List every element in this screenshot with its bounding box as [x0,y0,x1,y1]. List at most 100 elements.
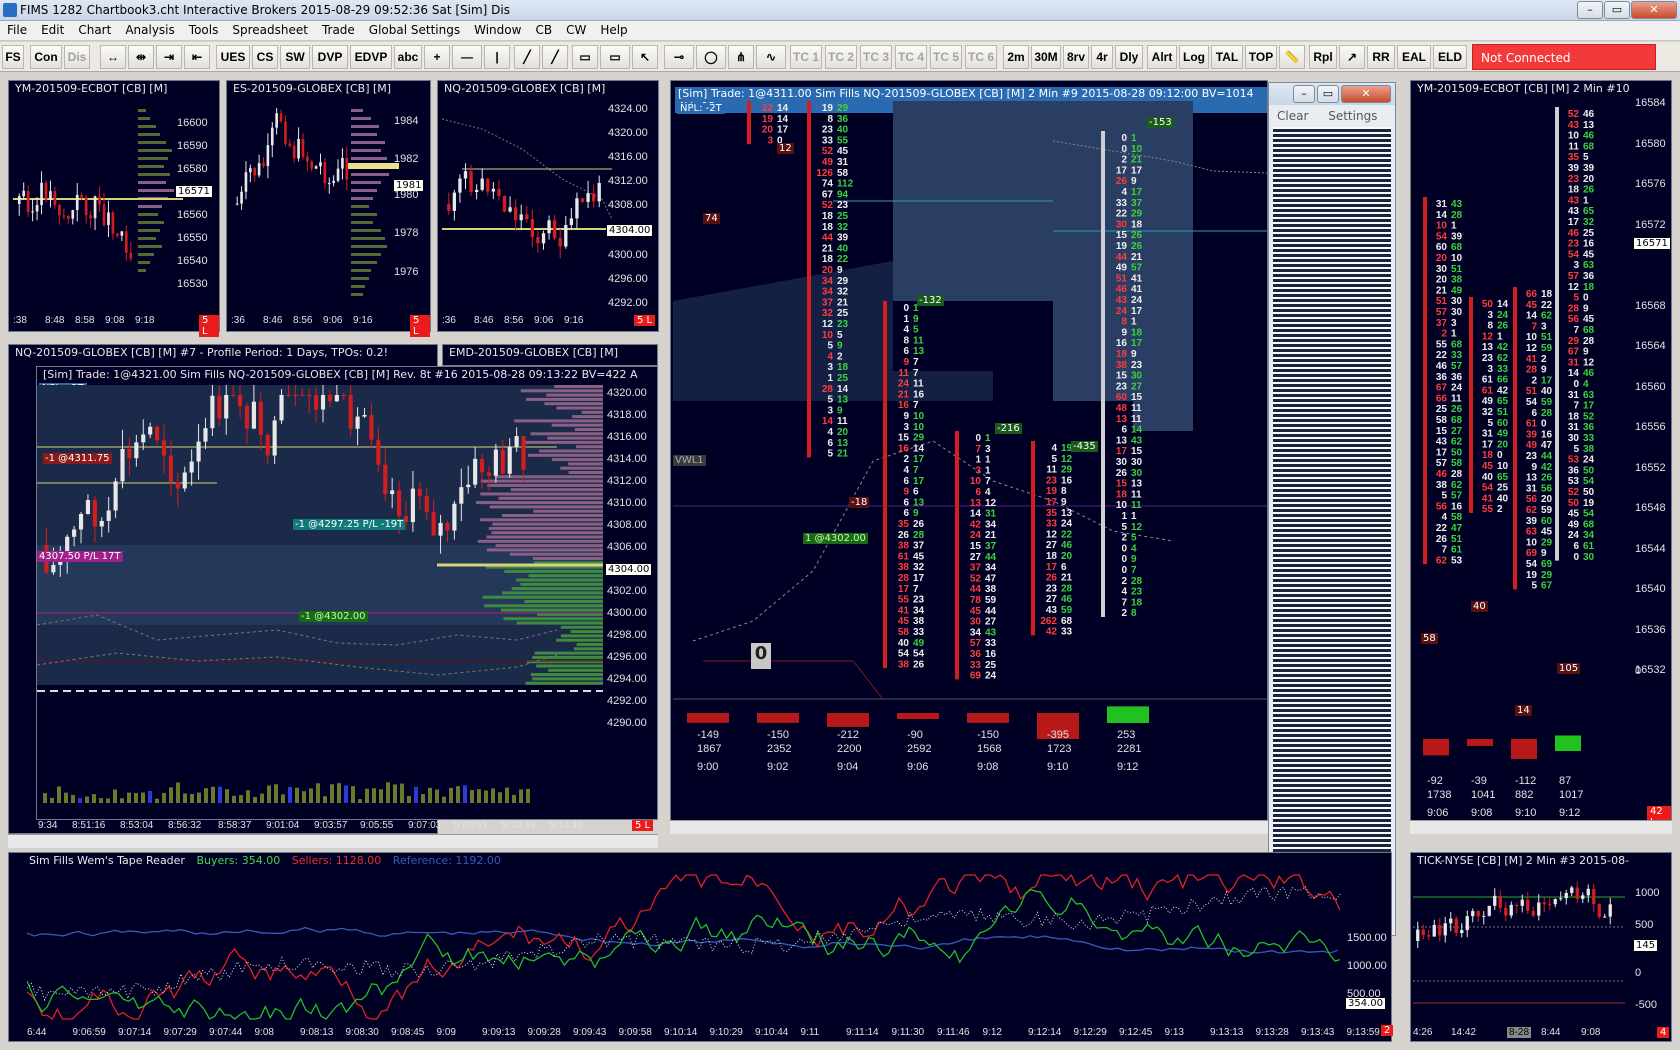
footprint-scrollbar[interactable] [670,820,1268,834]
zigzag-icon[interactable]: ∿ [756,45,786,69]
tc1-button[interactable]: TC 1 [790,45,822,69]
candle-body [474,189,479,193]
tc3-button[interactable]: TC 3 [860,45,892,69]
replay-button[interactable]: Rpl [1309,45,1337,69]
rectangle-icon[interactable]: ▭ [572,45,598,69]
nq-profile-plot[interactable] [37,385,603,805]
es-small-chart[interactable]: ES-201509-GLOBEX [CB] [M] 1984 1982 1981… [226,80,431,337]
ask-volume: 29 [1541,570,1553,581]
stop-label[interactable]: 4307.50 P/L 17T [37,551,123,562]
close-button[interactable]: ✕ [1631,1,1677,19]
pitchfork-icon[interactable]: ⋔ [728,45,754,69]
ym-footprint-chart[interactable]: YM-201509-ECBOT [CB] [M] 2 Min #10 31 43 1… [1410,80,1672,834]
fill-label[interactable]: 1 @4302.00 [803,533,868,544]
2m-button[interactable]: 2m [1003,45,1029,69]
ray-h-icon[interactable]: ⊸ [664,45,694,69]
tick-plot[interactable] [1413,871,1625,1023]
alert-button[interactable]: Alrt [1147,45,1177,69]
connect-button[interactable]: Con [30,45,62,69]
dvp-button[interactable]: DVP [312,45,348,69]
popup-minimize-button[interactable]: – [1293,85,1315,103]
settings-button[interactable]: Settings [1328,109,1377,123]
menu-window[interactable]: Window [467,21,528,39]
band-icon[interactable]: ▭ [600,45,630,69]
maximize-button[interactable]: ▭ [1604,1,1630,19]
sw-button[interactable]: SW [280,45,310,69]
order-label[interactable]: -1 @4311.75 [43,453,112,464]
eal-button[interactable]: EAL [1397,45,1431,69]
daily-button[interactable]: Dly [1115,45,1143,69]
volume-bar [435,789,439,803]
scroll-end-icon[interactable]: ⇥ [156,45,182,69]
menu-global-settings[interactable]: Global Settings [362,21,467,39]
menu-spreadsheet[interactable]: Spreadsheet [225,21,315,39]
nq-small-chart[interactable]: NQ-201509-GLOBEX [CB] [M] 4324.00 4320.0… [437,80,659,332]
ellipse-icon[interactable]: ◯ [696,45,726,69]
es-small-plot[interactable] [231,99,431,329]
tc5-button[interactable]: TC 5 [930,45,962,69]
menu-cw[interactable]: CW [559,21,593,39]
ues-button[interactable]: UES [216,45,250,69]
position-label[interactable]: -1 @4297.25 P/L -19T [293,519,406,530]
rr-button[interactable]: RR [1367,45,1395,69]
30m-button[interactable]: 30M [1031,45,1061,69]
scroll-start-icon[interactable]: ⇤ [184,45,210,69]
menu-trade[interactable]: Trade [315,21,362,39]
tape-list[interactable] [1273,127,1391,897]
ym-scrollbar[interactable] [1410,820,1672,834]
expand-h-icon[interactable]: ↔ [100,45,126,69]
tc2-button[interactable]: TC 2 [825,45,857,69]
popup-close-button[interactable]: ✕ [1341,85,1391,103]
compress-h-icon[interactable]: ⇹ [128,45,154,69]
ask-volume: 17 [1131,306,1143,317]
nq-footprint-chart[interactable]: [Sim] Trade: 1@4311.00 Sim Fills NQ-2015… [670,80,1268,834]
menu-chart[interactable]: Chart [71,21,118,39]
tc6-button[interactable]: TC 6 [965,45,997,69]
cs-button[interactable]: CS [252,45,278,69]
8rv-button[interactable]: 8rv [1063,45,1089,69]
log-button[interactable]: Log [1179,45,1209,69]
tape-reader-chart[interactable]: Sim Fills Wem's Tape Reader Buyers: 354.… [8,852,1394,1042]
candle-body [314,166,318,169]
text-tool-button[interactable]: abc [394,45,422,69]
fs-button[interactable]: FS [2,45,24,69]
menu-tools[interactable]: Tools [182,21,226,39]
menu-edit[interactable]: Edit [34,21,71,39]
top-button[interactable]: TOP [1245,45,1277,69]
pointer-icon[interactable]: ↖ [632,45,658,69]
menu-file[interactable]: File [0,21,34,39]
ask-volume: 25 [837,373,849,384]
bid-volume: 54 [1526,397,1538,408]
vline-icon[interactable]: | [484,45,510,69]
bid-volume: 67 [1568,347,1580,358]
eld-button[interactable]: ELD [1433,45,1467,69]
popup-maximize-button[interactable]: ▭ [1317,85,1339,103]
disconnect-button[interactable]: Dis [64,45,90,69]
time-label: 9:06 [534,315,554,326]
bid-volume: 49 [1482,396,1494,407]
edvp-button[interactable]: EDVP [350,45,392,69]
menu-help[interactable]: Help [593,21,634,39]
arrow-tool-icon[interactable]: ↗ [1339,45,1365,69]
tal-button[interactable]: TAL [1211,45,1243,69]
ray-icon[interactable]: ╱ [514,45,540,69]
tc4-button[interactable]: TC 4 [895,45,927,69]
menu-cb[interactable]: CB [528,21,559,39]
emd-chart[interactable]: EMD-201509-GLOBEX [CB] [M] [442,344,658,366]
tape-plot[interactable] [27,871,1345,1023]
nq-profile-chart[interactable]: [Sim] Trade: 1@4321.00 Sim Fills NQ-2015… [36,366,658,820]
clear-button[interactable]: Clear [1277,109,1308,123]
popup-actions: Clear Settings [1269,105,1395,127]
hline-icon[interactable]: — [452,45,482,69]
line-icon[interactable]: ╱ [542,45,568,69]
ym-small-chart[interactable]: YM-201509-ECBOT [CB] [M] 16600 16590 165… [8,80,220,337]
order-label[interactable]: -1 @4302.00 [299,611,368,622]
minimize-button[interactable]: – [1577,1,1603,19]
tick-nyse-chart[interactable]: TICK-NYSE [CB] [M] 2 Min #3 2015-08- 100… [1410,852,1672,1042]
4r-button[interactable]: 4r [1091,45,1113,69]
tape-popup[interactable]: – ▭ ✕ Clear Settings [1268,82,1396,936]
menu-analysis[interactable]: Analysis [118,21,181,39]
ruler-icon[interactable]: 📏 [1279,45,1305,69]
profile-scrollbar[interactable] [8,834,658,848]
crosshair-icon[interactable]: + [424,45,450,69]
